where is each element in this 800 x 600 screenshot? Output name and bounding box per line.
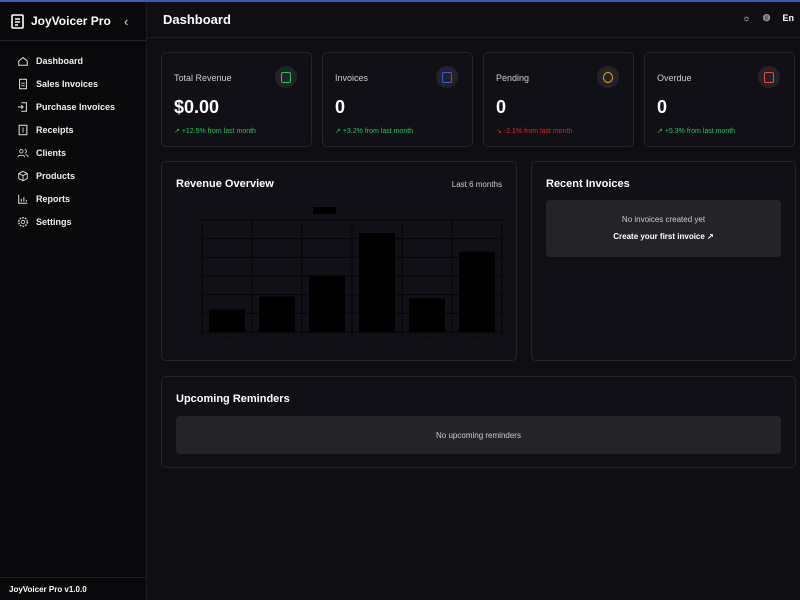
legend-swatch [313,207,336,214]
file-import-icon [17,101,27,112]
stat-change: +5.3% from last month [664,128,736,135]
sidebar-item-reports[interactable]: Reports [0,187,146,210]
recent-invoices-title: Recent Invoices [546,178,630,190]
recent-invoices-empty: No invoices created yet Create your firs… [546,200,781,257]
reminders-empty: No upcoming reminders [176,416,781,454]
sidebar-item-label: Clients [36,147,67,158]
logo-icon [11,13,24,29]
x-tick-label: Apr [372,339,384,346]
stat-value: $0.00 [174,97,220,117]
revenue-chart: Jan Feb Mar Apr May Jun [201,207,503,346]
reminders-title: Upcoming Reminders [176,393,290,405]
create-first-invoice-link[interactable]: Create your first invoice ↗ [546,232,781,241]
bar-may[interactable] [409,298,445,332]
trend-up-icon: ↗ [174,128,180,135]
stat-card-pending: Pending 0 ↘ -2.1% from last month [483,52,634,147]
globe-icon[interactable]: ◍ [763,12,771,23]
stat-card-invoices: Invoices 0 ↗ +3.2% from last month [322,52,473,147]
users-icon [17,148,29,157]
bar-feb[interactable] [259,296,295,332]
stat-card-total-revenue: Total Revenue $0.00 ↗ +12.5% from last mon… [161,52,312,147]
bar-chart-icon [18,194,28,204]
sidebar-item-purchase-invoices[interactable]: Purchase Invoices [0,95,146,118]
sidebar-item-label: Settings [36,216,72,227]
sidebar-item-label: Products [36,170,76,181]
stat-card-overdue: Overdue 0 ↗ +5.3% from last month [644,52,795,147]
page-title: Dashboard [163,12,231,27]
revenue-overview-title: Revenue Overview [176,178,274,190]
sidebar-item-sales-invoices[interactable]: Sales Invoices [0,72,146,95]
bar-jun[interactable] [459,251,495,332]
box-icon [18,170,28,181]
document-icon [436,66,458,88]
trend-up-icon: ↗ [657,128,663,135]
app-name: JoyVoicer Pro [31,14,111,28]
sidebar-item-dashboard[interactable]: Dashboard [0,49,146,72]
sidebar-item-label: Purchase Invoices [36,101,116,112]
stat-value: 0 [496,97,507,117]
stat-change: +3.2% from last month [342,128,414,135]
x-tick-label: Jan [221,339,232,346]
app-version: JoyVoicer Pro v1.0.0 [0,577,147,600]
revenue-range: Last 6 months [451,180,502,189]
collapse-sidebar-button[interactable]: ‹ [124,14,128,29]
header: Dashboard ☼ ◍ En [147,2,800,38]
sidebar: JoyVoicer Pro ‹ Dashboard Sales Invoices P… [0,2,147,600]
sidebar-item-label: Reports [36,193,71,204]
receipt-icon [18,124,28,135]
sidebar-item-products[interactable]: Products [0,164,146,187]
sidebar-item-label: Dashboard [36,55,84,66]
gear-icon [18,216,28,227]
stat-change: -2.1% from last month [503,128,573,135]
theme-toggle-sun-icon[interactable]: ☼ [742,13,750,23]
bar-apr[interactable] [359,233,395,332]
x-tick-label: Mar [321,339,334,346]
stat-change: +12.5% from last month [181,128,256,135]
sidebar-item-clients[interactable]: Clients [0,141,146,164]
sidebar-item-label: Sales Invoices [36,78,99,89]
stat-value: 0 [335,97,346,117]
x-tick-label: Feb [271,339,283,346]
trend-down-icon: ↘ [496,128,502,135]
wallet-icon [275,66,297,88]
sidebar-item-label: Receipts [36,124,74,135]
bar-mar[interactable] [309,276,345,332]
sidebar-item-receipts[interactable]: Receipts [0,118,146,141]
trend-up-icon: ↗ [335,128,341,135]
revenue-overview-panel: Revenue Overview Last 6 months Jan Feb Mar… [161,161,517,361]
x-tick-label: Jun [471,339,482,346]
language-selector[interactable]: En [782,13,794,23]
bar-jan[interactable] [209,309,245,332]
sidebar-item-settings[interactable]: Settings [0,210,146,233]
alert-icon [758,66,780,88]
x-tick-label: May [420,339,434,346]
empty-message: No invoices created yet [621,215,706,224]
stat-value: 0 [657,97,668,117]
home-icon [18,56,28,66]
clock-icon [597,66,619,88]
file-icon [19,78,27,89]
recent-invoices-panel: Recent Invoices No invoices created yet … [531,161,796,361]
upcoming-reminders-panel: Upcoming Reminders No upcoming reminders [161,376,796,468]
